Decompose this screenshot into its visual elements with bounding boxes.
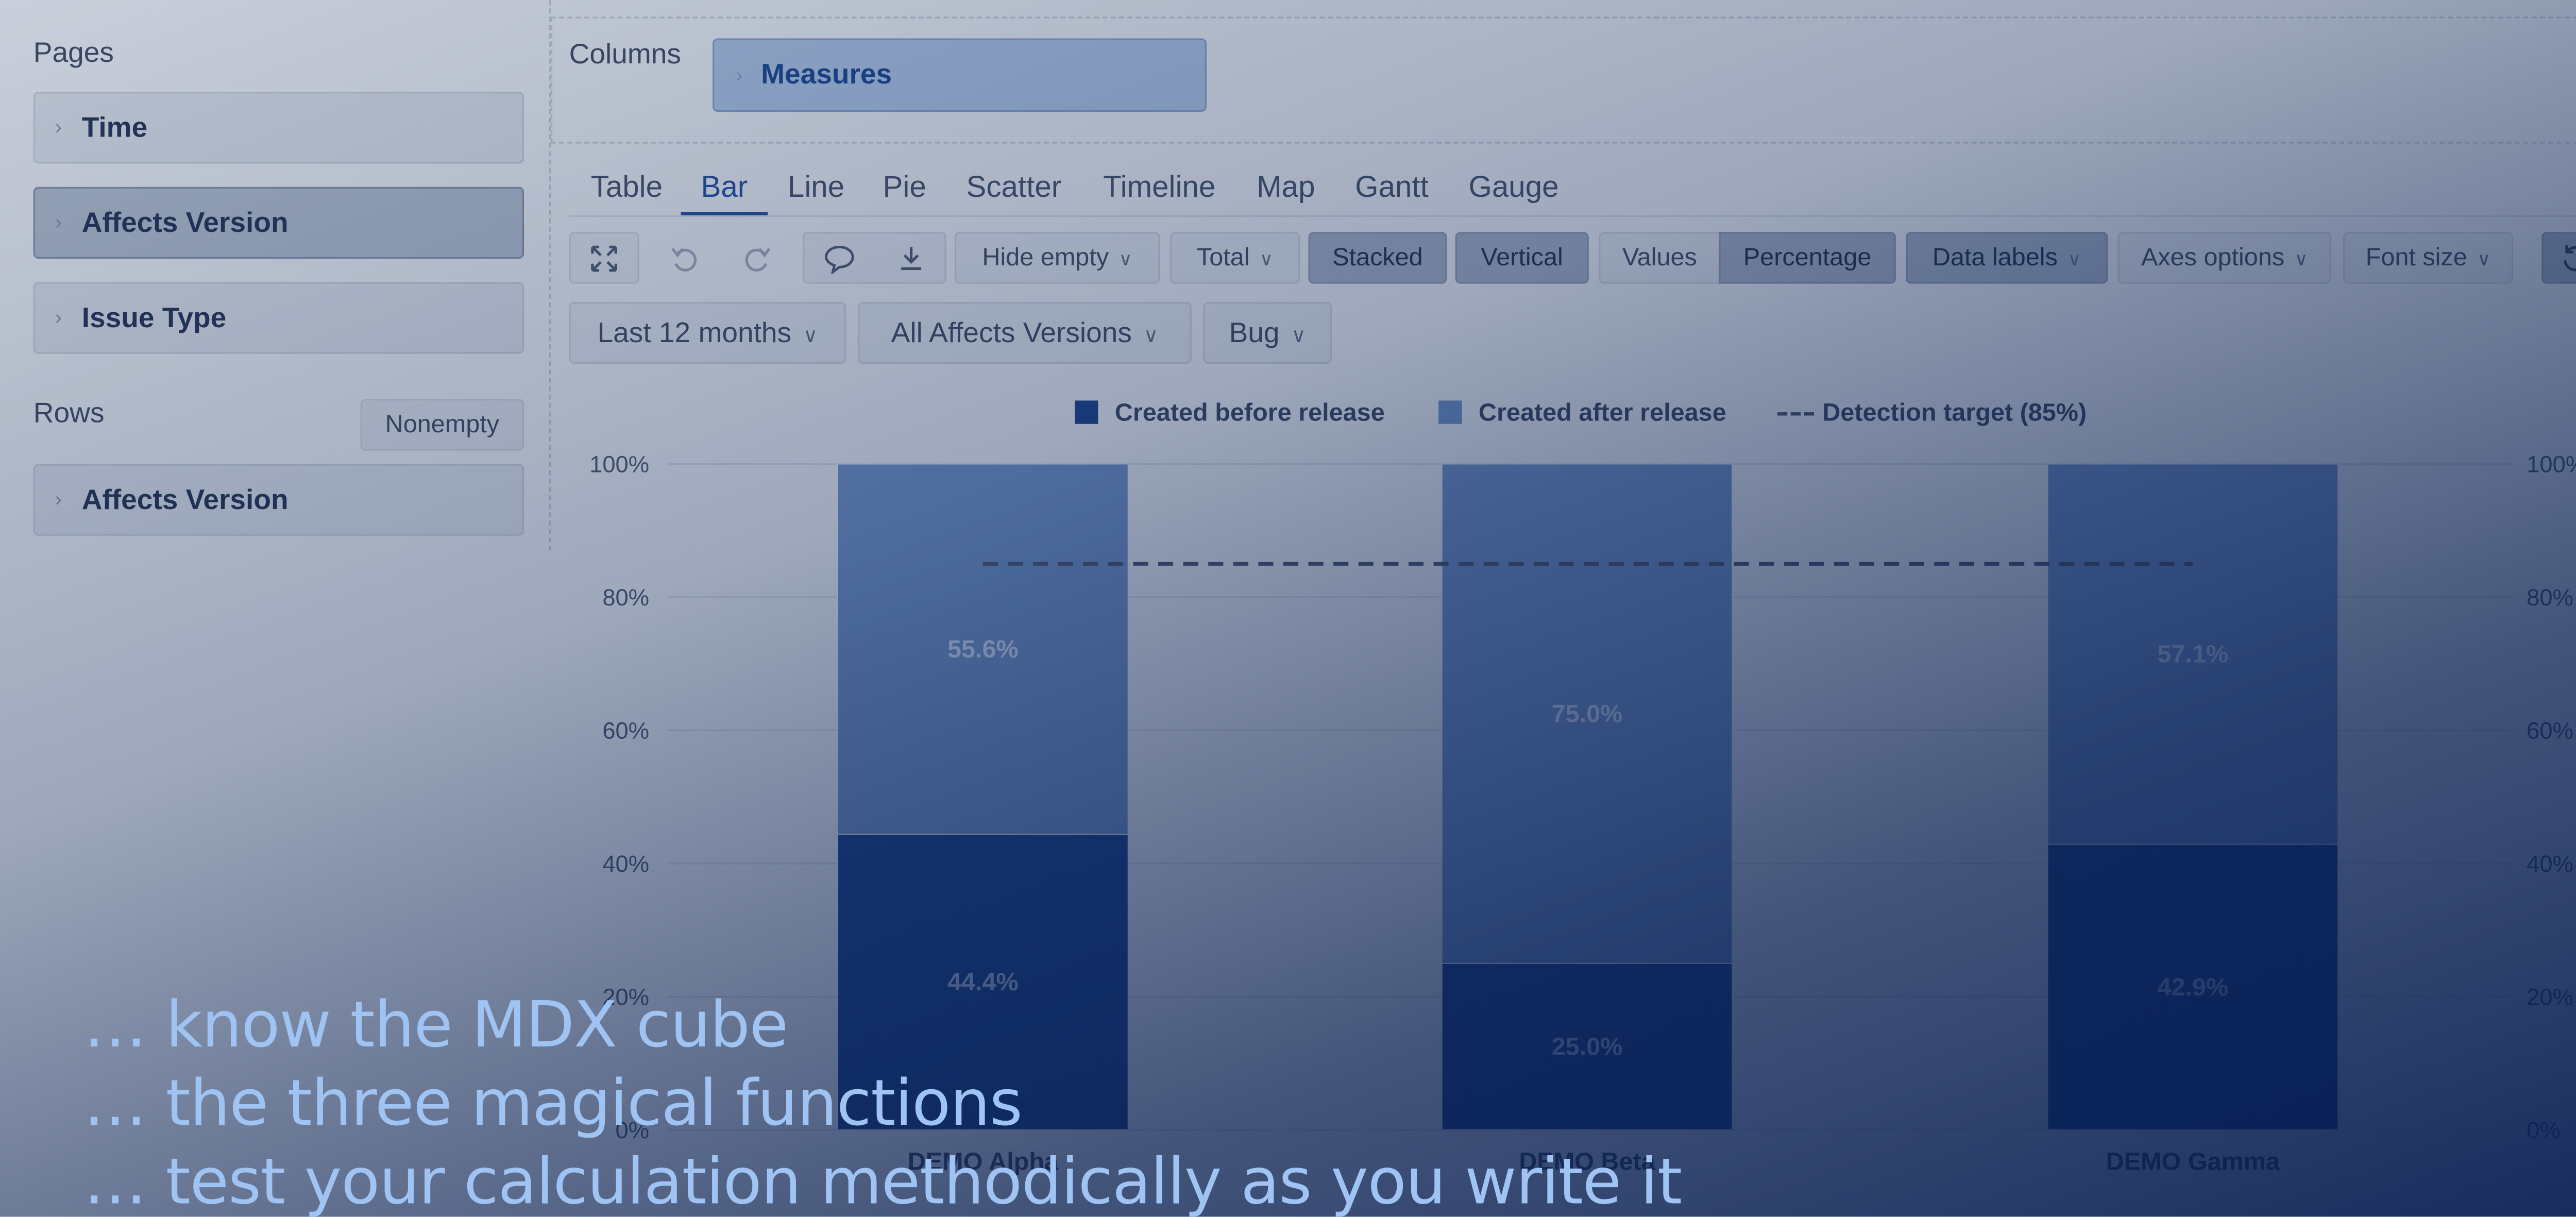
data-label: 44.4% <box>947 968 1019 996</box>
data-label: 55.6% <box>947 635 1019 663</box>
caption-line-2: … the three magical functions <box>83 1066 1023 1140</box>
caption-line-3: … test your calculation methodically as … <box>83 1145 1682 1217</box>
y-tick-label-left: 60% <box>602 718 649 744</box>
data-label: 25.0% <box>1552 1033 1623 1061</box>
y-tick-label-right: 60% <box>2527 718 2573 744</box>
y-tick-label-left: 80% <box>602 584 649 611</box>
y-tick-label-right: 20% <box>2527 984 2573 1010</box>
data-label: 57.1% <box>2157 640 2228 668</box>
app-screen: Pages › Time › Affects Version › Issue T… <box>0 0 2576 1217</box>
caption-line-1: … know the MDX cube <box>83 988 788 1062</box>
y-tick-label-right: 100% <box>2527 451 2576 478</box>
y-tick-label-left: 100% <box>589 451 649 478</box>
y-tick-label-right: 0% <box>2527 1117 2561 1143</box>
y-tick-label-right: 40% <box>2527 851 2573 877</box>
y-tick-label-right: 80% <box>2527 584 2573 611</box>
x-category-label: DEMO Gamma <box>2106 1148 2280 1176</box>
data-label: 42.9% <box>2157 973 2228 1001</box>
data-label: 75.0% <box>1552 700 1623 728</box>
y-tick-label-left: 40% <box>602 851 649 877</box>
